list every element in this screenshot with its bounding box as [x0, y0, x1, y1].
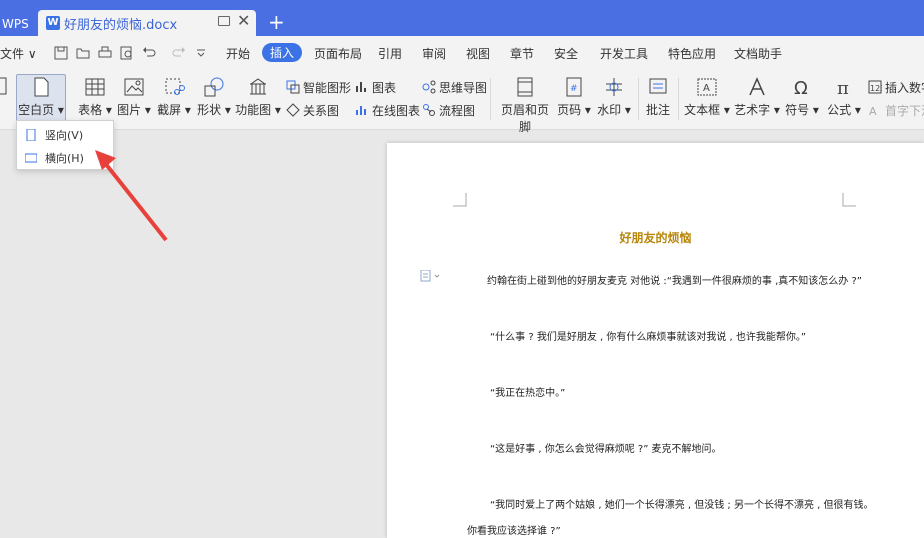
paragraph-6: 你看我应该选择谁 ?” [467, 526, 561, 537]
paragraph-menu-icon[interactable] [420, 270, 442, 282]
paragraph-2: “什么事 ? 我们是好朋友 , 你有什么麻烦事就该对我说 , 也许我能帮你。” [490, 332, 807, 343]
crop-mark-top-left [453, 193, 467, 207]
paragraph-1: 约翰在街上碰到他的好朋友麦克 对他说 :“我遇到一件很麻烦的事 ,真不知该怎么办… [487, 276, 862, 287]
document-title: 好朋友的烦恼 [619, 231, 692, 245]
paragraph-5: “我同时爱上了两个姑娘 , 她们一个长得漂亮 , 但没钱 ; 另一个长得不漂亮 … [490, 500, 874, 511]
paragraph-4: “这是好事 , 你怎么会觉得麻烦呢 ?” 麦克不解地问。 [490, 444, 722, 455]
paragraph-3: “我正在热恋中。” [490, 388, 566, 399]
document-page[interactable]: 好朋友的烦恼 约翰在街上碰到他的好朋友麦克 对他说 :“我遇到一件很麻烦的事 ,… [387, 143, 924, 538]
crop-mark-top-right [842, 193, 856, 207]
